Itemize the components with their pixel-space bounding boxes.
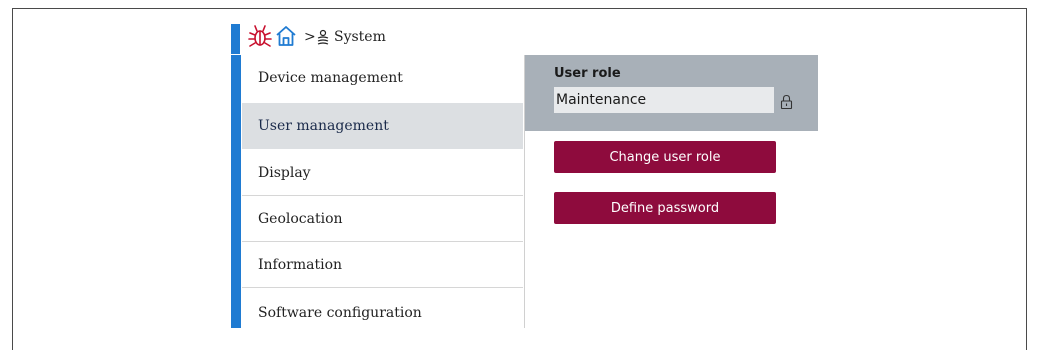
menu-item-information[interactable]: Information — [242, 242, 523, 288]
menu-item-label: Information — [258, 256, 343, 273]
menu-item-label: Software configuration — [258, 305, 422, 321]
breadcrumb-current[interactable]: System — [334, 29, 386, 45]
menu-item-user-management[interactable]: User management — [242, 103, 523, 149]
menu-item-label: Geolocation — [258, 210, 343, 227]
menu-item-display[interactable]: Display — [242, 150, 523, 196]
define-password-button[interactable]: Define password — [554, 192, 776, 224]
system-icon — [317, 29, 329, 45]
bug-icon[interactable] — [248, 23, 272, 49]
figure-frame-left — [12, 8, 13, 350]
menu-item-label: Device management — [258, 70, 403, 86]
change-user-role-button[interactable]: Change user role — [554, 141, 776, 173]
menu-accent-bar — [231, 55, 241, 328]
header-accent-bar — [231, 24, 240, 54]
menu-item-label: User management — [258, 118, 389, 134]
home-icon[interactable] — [275, 24, 297, 48]
menu-item-label: Display — [258, 164, 311, 181]
menu-item-device-management[interactable]: Device management — [242, 55, 523, 101]
user-role-field: Maintenance — [554, 87, 774, 113]
user-role-value: Maintenance — [556, 92, 647, 108]
menu-item-software-configuration[interactable]: Software configuration — [242, 290, 523, 336]
figure-frame-top — [12, 8, 1027, 9]
figure-frame-right — [1026, 8, 1027, 350]
user-role-label: User role — [554, 66, 621, 81]
lock-icon — [780, 94, 793, 110]
breadcrumb-separator: > — [304, 29, 316, 45]
menu-item-geolocation[interactable]: Geolocation — [242, 196, 523, 242]
